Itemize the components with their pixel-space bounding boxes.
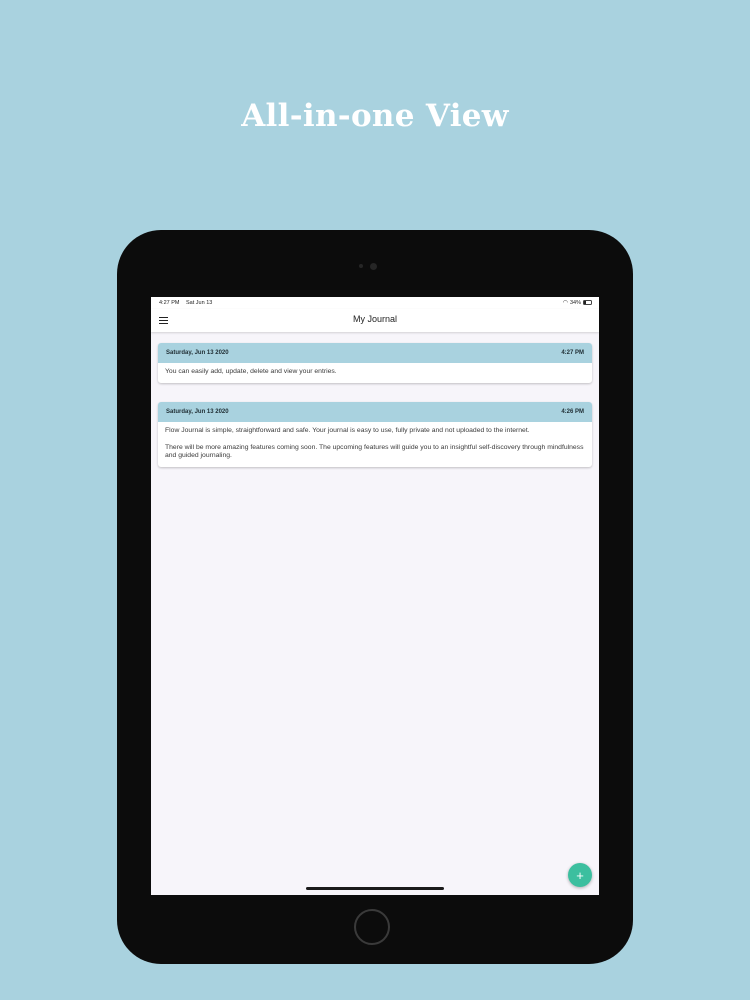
status-time: 4:27 PM — [159, 300, 180, 306]
entry-time: 4:26 PM — [561, 409, 584, 415]
journal-entry-card[interactable]: Saturday, Jun 13 2020 4:27 PM You can ea… — [158, 343, 592, 383]
entry-date: Saturday, Jun 13 2020 — [166, 409, 229, 415]
status-date: Sat Jun 13 — [186, 300, 213, 306]
page-title: My Journal — [352, 314, 397, 324]
battery-icon — [583, 300, 592, 305]
entry-text: Flow Journal is simple, straightforward … — [165, 427, 530, 434]
entry-date: Saturday, Jun 13 2020 — [166, 350, 229, 356]
entry-header: Saturday, Jun 13 2020 4:26 PM — [158, 402, 592, 422]
entry-body: You can easily add, update, delete and v… — [158, 363, 592, 383]
camera-icon — [370, 263, 377, 270]
entry-text: You can easily add, update, delete and v… — [165, 368, 337, 375]
status-bar: 4:27 PM Sat Jun 13 ◠ 34% — [151, 297, 599, 309]
sensor-dot — [359, 264, 363, 268]
battery-percent: 34% — [569, 299, 581, 306]
journal-entry-card[interactable]: Saturday, Jun 13 2020 4:26 PM Flow Journ… — [158, 402, 592, 467]
entry-text: There will be more amazing features comi… — [165, 443, 584, 460]
home-indicator — [306, 887, 444, 890]
add-entry-button[interactable]: + — [568, 863, 592, 887]
home-button[interactable] — [354, 909, 390, 945]
app-screen: 4:27 PM Sat Jun 13 ◠ 34% My Journal Satu… — [151, 297, 599, 895]
wifi-icon: ◠ — [562, 300, 568, 306]
entry-time: 4:27 PM — [561, 350, 584, 356]
tablet-device: 4:27 PM Sat Jun 13 ◠ 34% My Journal Satu… — [117, 230, 633, 964]
promo-headline: All-in-one View — [241, 98, 509, 134]
add-icon: + — [576, 867, 584, 883]
entry-body: Flow Journal is simple, straightforward … — [158, 422, 592, 467]
entry-header: Saturday, Jun 13 2020 4:27 PM — [158, 343, 592, 363]
app-bar: My Journal — [151, 309, 599, 332]
